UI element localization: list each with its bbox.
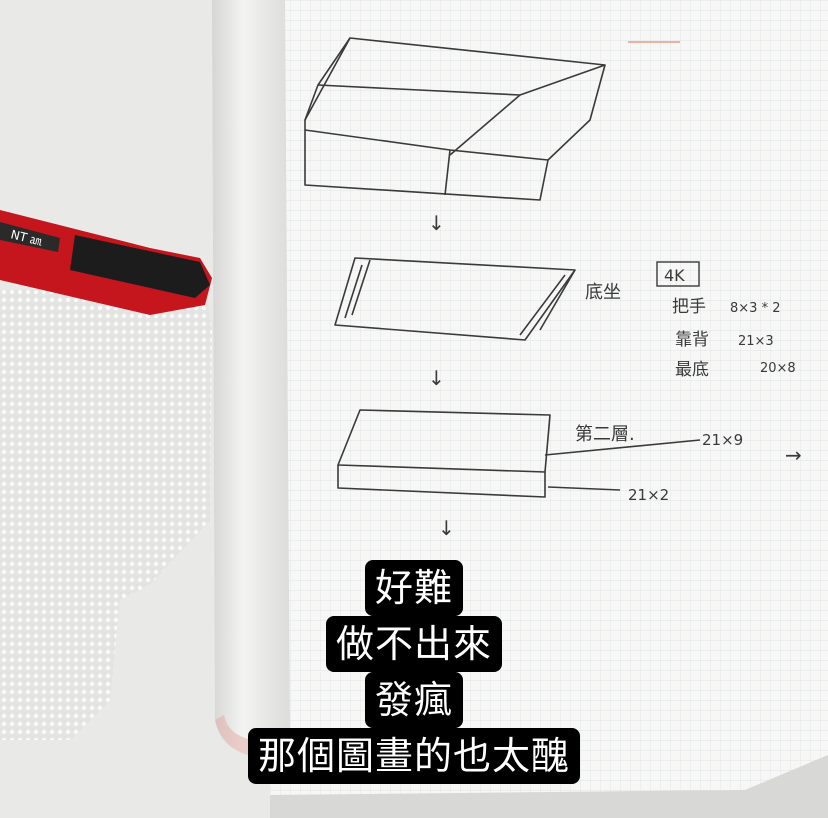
note-bottom: 最底 (675, 360, 709, 380)
note-base-label: 底坐 (585, 282, 621, 303)
arrow-down-1: ↓ (428, 211, 445, 235)
note-backrest-dims: 21×3 (738, 334, 774, 349)
caption-stack: 好難 做不出來 發瘋 那個圖畫的也太醜 (0, 560, 828, 784)
caption-line-3: 發瘋 (364, 672, 463, 728)
note-4k: 4K (664, 266, 685, 285)
caption-line-4: 那個圖畫的也太醜 (247, 728, 580, 784)
caption-line-1: 好難 (364, 560, 463, 616)
note-handle: 把手 (672, 297, 706, 317)
arrow-down-2: ↓ (428, 366, 445, 390)
note-backrest: 靠背 (675, 330, 709, 350)
note-layer-two: 第二層. (575, 424, 635, 445)
note-bottom-dims: 20×8 (760, 361, 796, 376)
arrow-down-3: ↓ (438, 516, 455, 540)
note-layer-two-dims: 21×9 (702, 431, 743, 449)
note-handle-dims: 8×3 * 2 (730, 301, 780, 316)
note-base-dims: 21×2 (628, 486, 669, 504)
note-arrow-right: → (785, 443, 802, 467)
caption-line-2: 做不出來 (325, 616, 502, 672)
